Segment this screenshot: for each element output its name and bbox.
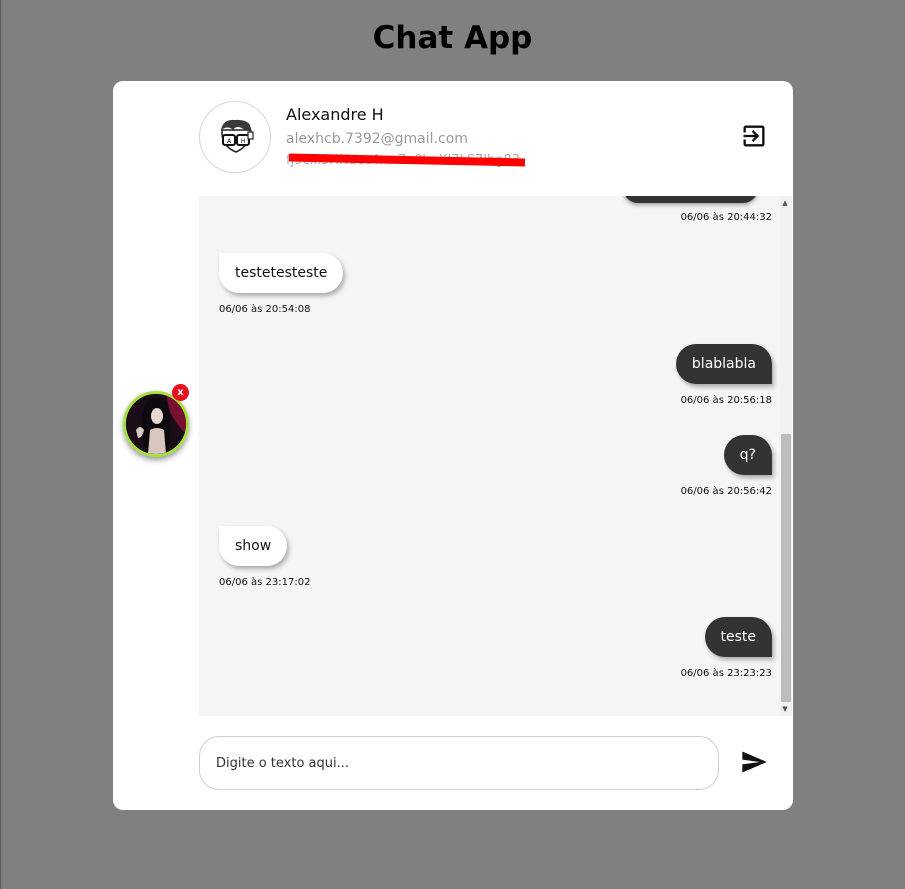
close-floating-chat-button[interactable]: x (172, 384, 189, 401)
message-time: 06/06 às 20:56:18 (680, 395, 772, 406)
message-list[interactable]: 06/06 às 20:44:32 testetesteste 06/06 às… (199, 196, 792, 716)
send-icon (742, 751, 767, 773)
scroll-up-arrow-icon[interactable]: ▲ (780, 198, 790, 208)
message-time: 06/06 às 20:56:42 (680, 486, 772, 497)
message-input[interactable] (216, 752, 696, 774)
logout-icon (743, 125, 765, 147)
message-time: 06/06 às 20:44:32 (680, 212, 772, 223)
message-bubble: teste (704, 617, 772, 657)
nerd-glasses-avatar-icon: A H (221, 119, 254, 153)
user-email: alexhcb.7392@gmail.com (286, 131, 468, 147)
message-time: 06/06 às 23:23:23 (680, 668, 772, 679)
chat-card: A H Alexandre H alexhcb.7392@gmail.com f… (113, 81, 793, 810)
message-bubble: show (219, 526, 288, 566)
message-time: 06/06 às 20:54:08 (219, 304, 311, 315)
message-item: show 06/06 às 23:17:02 (219, 526, 310, 588)
scrollbar-thumb[interactable] (781, 434, 791, 702)
scroll-down-arrow-icon[interactable]: ▼ (780, 704, 790, 714)
message-item: q? 06/06 às 20:56:42 (681, 435, 772, 497)
send-button[interactable] (740, 748, 768, 776)
page-title: Chat App (372, 20, 533, 56)
user-name: Alexandre H (286, 105, 384, 124)
user-avatar: A H (199, 101, 271, 173)
message-item: testetesteste 06/06 às 20:54:08 (219, 253, 344, 315)
logout-button[interactable] (740, 122, 768, 150)
message-bubble-partial (623, 196, 758, 203)
message-item: 06/06 às 20:44:32 (681, 212, 772, 223)
message-item: blablabla 06/06 às 20:56:18 (675, 344, 772, 406)
floating-avatar-image (126, 394, 186, 454)
message-bubble: testetesteste (219, 253, 344, 293)
window-edge (0, 0, 1, 889)
message-time: 06/06 às 23:17:02 (219, 577, 311, 588)
message-item: teste 06/06 às 23:23:23 (681, 617, 772, 679)
message-bubble: q? (723, 435, 772, 475)
message-composer (199, 736, 719, 790)
message-bubble: blablabla (675, 344, 772, 384)
svg-text:H: H (241, 138, 246, 145)
